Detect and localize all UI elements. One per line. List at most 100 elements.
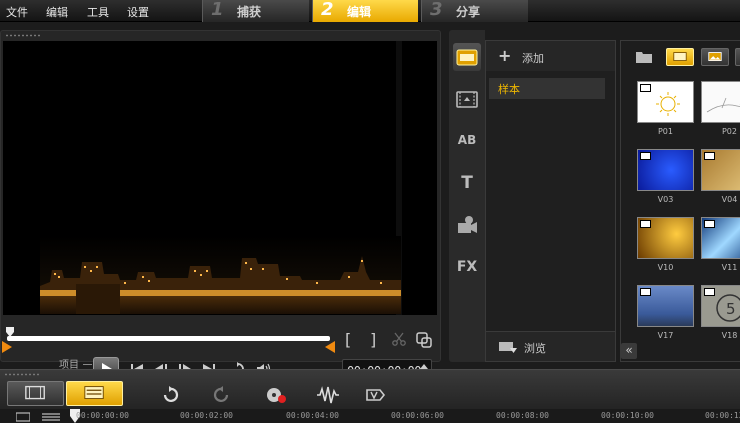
panel-grip[interactable] <box>5 34 41 37</box>
library-category-tabs: AB T FX <box>449 30 485 362</box>
library-folder-list: + 添加 样本 浏览 <box>485 40 616 362</box>
mark-in-button[interactable]: [ <box>345 330 351 349</box>
thumbnail-label: V11 <box>721 263 738 272</box>
storyboard-view-button[interactable] <box>7 381 64 406</box>
branch-sketch-image <box>706 97 740 113</box>
media-icon <box>456 49 478 66</box>
scissors-icon[interactable] <box>392 332 406 346</box>
thumbnail-p02[interactable] <box>701 81 740 123</box>
step-number: 3 <box>430 0 443 20</box>
playhead-icon[interactable] <box>5 327 15 337</box>
svg-text:5: 5 <box>726 300 736 318</box>
filter-icon: FX <box>456 259 478 275</box>
step-tab-edit[interactable]: 2 编辑 <box>312 0 418 22</box>
thumbnail-v18[interactable]: 5 <box>701 285 740 327</box>
sound-mixer-icon[interactable] <box>316 386 340 404</box>
thumbnail-v11[interactable] <box>701 217 740 259</box>
browse-label: 浏览 <box>524 342 546 355</box>
trim-start-marker-icon[interactable] <box>2 341 12 353</box>
step-tab-capture[interactable]: 1 捕获 <box>202 0 309 22</box>
thumbnail-v03[interactable] <box>637 149 694 191</box>
thumbnail-label: V04 <box>721 195 738 204</box>
timeline-grip[interactable] <box>4 373 40 376</box>
timeline-view-button[interactable] <box>66 381 123 406</box>
step-tab-share[interactable]: 3 分享 <box>421 0 528 22</box>
browse-button[interactable]: 浏览 <box>486 331 615 361</box>
step-label: 编辑 <box>347 5 372 19</box>
thumbnail-label: V18 <box>721 331 738 340</box>
thumbnail-label: V03 <box>657 195 674 204</box>
scrub-bar[interactable] <box>2 327 335 353</box>
city-night-image <box>40 236 401 314</box>
track-manager-icon[interactable] <box>16 412 30 422</box>
record-capture-icon[interactable] <box>264 386 288 404</box>
tab-media[interactable] <box>453 43 481 71</box>
chapter-list-icon[interactable] <box>42 412 60 422</box>
show-photos-button[interactable] <box>701 48 729 66</box>
add-label: 添加 <box>522 52 544 65</box>
tab-transition[interactable]: AB <box>453 128 481 156</box>
video-badge-icon <box>640 220 651 228</box>
video-badge-icon <box>704 152 715 160</box>
title-icon: T <box>461 173 473 193</box>
video-badge-icon <box>640 152 651 160</box>
timeline-toolbar <box>0 369 740 409</box>
photo-badge-icon <box>640 84 651 92</box>
preview-window <box>3 41 437 315</box>
menu-tools[interactable]: 工具 <box>87 4 109 20</box>
collapse-library-button[interactable]: « <box>621 343 637 359</box>
show-audio-button[interactable] <box>735 48 740 66</box>
step-label: 捕获 <box>237 5 262 19</box>
thumbnail-label: V17 <box>657 331 674 340</box>
mode-connector <box>83 364 92 365</box>
scrub-track[interactable] <box>7 336 330 341</box>
browse-icon <box>499 342 517 353</box>
show-videos-button[interactable] <box>666 48 694 66</box>
timeline-ruler[interactable]: 00:00:00:00 00:00:02:00 00:00:04:00 00:0… <box>0 409 740 423</box>
add-folder-button[interactable]: + 添加 <box>486 41 615 71</box>
preview-panel: [ ] 项目 素材 00:00:00:00 <box>0 30 441 386</box>
step-number: 2 <box>321 0 334 20</box>
thumbnail-v17[interactable] <box>637 285 694 327</box>
timeline-view-icon <box>84 386 104 400</box>
menu-edit[interactable]: 编辑 <box>46 4 68 20</box>
tab-filter[interactable]: FX <box>453 254 481 282</box>
trim-end-marker-icon[interactable] <box>325 341 335 353</box>
mark-out-button[interactable]: ] <box>370 330 376 349</box>
ruler-tick-label: 00:00:12 <box>705 411 740 420</box>
graphic-icon <box>458 216 477 233</box>
thumbnail-v04[interactable] <box>701 149 740 191</box>
film-strip-icon <box>456 91 478 108</box>
auto-music-icon[interactable] <box>364 386 388 404</box>
menu-file[interactable]: 文件 <box>6 4 28 20</box>
enlarge-preview-icon[interactable] <box>416 332 432 348</box>
folder-label: 样本 <box>498 83 520 96</box>
thumbnail-p01[interactable] <box>637 81 694 123</box>
photo-icon <box>708 52 722 61</box>
folder-icon[interactable] <box>635 49 653 65</box>
menu-settings[interactable]: 设置 <box>127 4 149 20</box>
folder-item-sample[interactable]: 样本 <box>489 78 605 99</box>
step-label: 分享 <box>456 5 481 19</box>
thumbnail-label: V10 <box>657 263 674 272</box>
step-number: 1 <box>211 0 224 20</box>
ruler-tick-label: 00:00:10:00 <box>601 411 654 420</box>
ruler-tick-label: 00:00:06:00 <box>391 411 444 420</box>
tab-graphic[interactable] <box>453 211 481 239</box>
transition-icon: AB <box>457 133 477 147</box>
ruler-tick-label: 00:00:08:00 <box>496 411 549 420</box>
tab-title[interactable]: T <box>453 170 481 198</box>
video-icon <box>673 52 687 61</box>
ruler-tick-label: 00:00:02:00 <box>180 411 233 420</box>
video-badge-icon <box>704 288 715 296</box>
undo-icon[interactable] <box>160 386 180 404</box>
tab-instant-project[interactable] <box>453 85 481 113</box>
thumbnail-label: P01 <box>657 127 673 136</box>
top-menu-bar: 文件 编辑 工具 设置 1 捕获 2 编辑 3 分享 <box>0 0 740 22</box>
thumbnail-v10[interactable] <box>637 217 694 259</box>
video-badge-icon <box>704 220 715 228</box>
redo-icon[interactable] <box>212 386 232 404</box>
media-thumbnail-pane: P01 P02 V03 V04 V10 V11 V17 5 V18 « <box>620 40 740 362</box>
ruler-tick-label: 00:00:04:00 <box>286 411 339 420</box>
video-badge-icon <box>640 288 651 296</box>
